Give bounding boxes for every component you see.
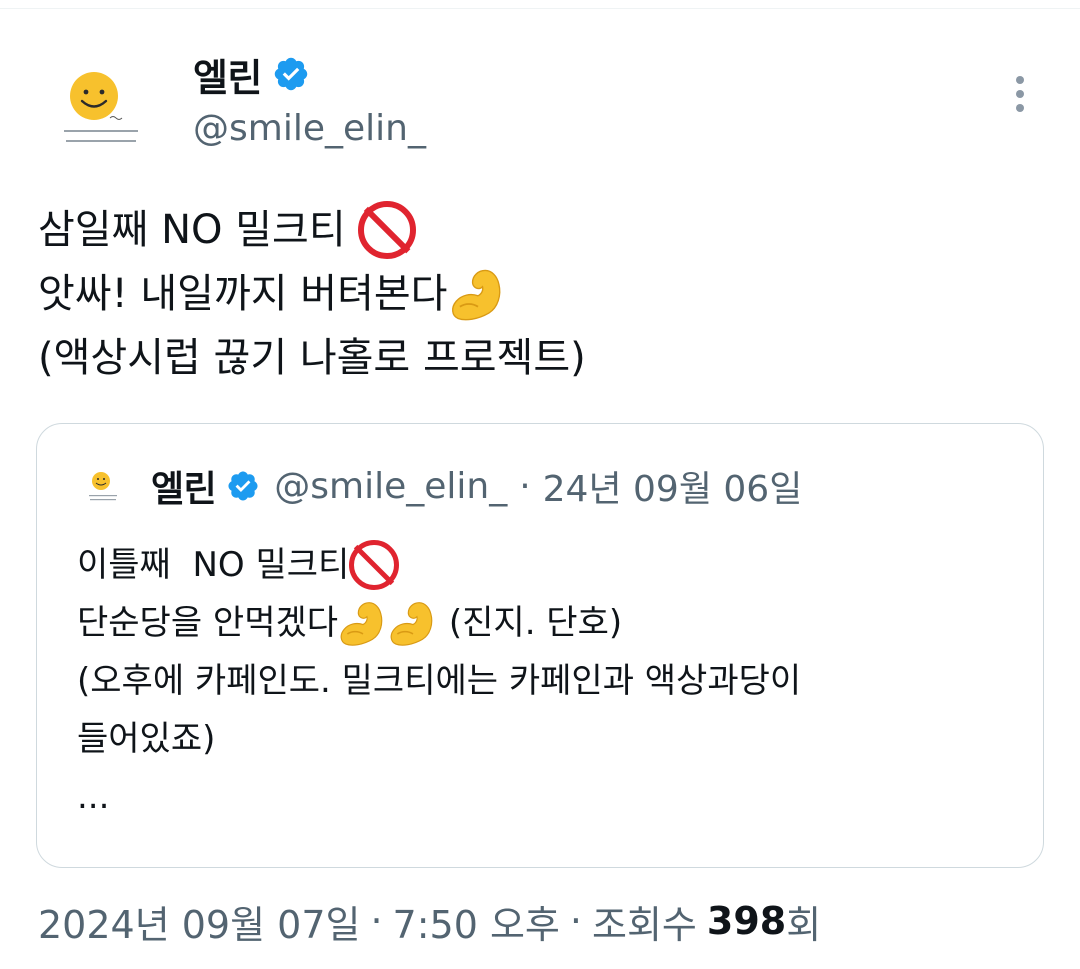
- tweet-date[interactable]: 2024년 09월 07일: [38, 894, 360, 949]
- more-dot: [1016, 90, 1024, 98]
- prohibited-icon: [349, 540, 400, 590]
- quote-line-1: 이틀째 NO 밀크티: [77, 536, 1017, 594]
- avatar-caption-line-1: [64, 130, 138, 132]
- tweet-line-text: 앗싸! 내일까지 버텨본다: [38, 271, 448, 317]
- quote-line-text: 단순당을 안먹겠다: [77, 603, 339, 643]
- quote-display-name: 엘린: [151, 469, 217, 510]
- quote-line-text: (오후에 카페인도. 밀크티에는 카페인과 액상과당이: [77, 661, 802, 701]
- quote-handle: @smile_elin_: [274, 465, 508, 507]
- verified-badge-icon[interactable]: [272, 55, 310, 93]
- tweet-line-1: 삼일째 NO 밀크티: [38, 198, 1048, 262]
- more-dot: [1016, 76, 1024, 84]
- prohibited-icon: [357, 201, 416, 259]
- flexed-biceps-icon: [390, 602, 433, 646]
- flexed-biceps-icon: [452, 269, 501, 321]
- top-divider: [0, 8, 1080, 9]
- more-dot: [1016, 104, 1024, 112]
- views-count: 398: [706, 899, 787, 943]
- smiley-face-icon: [64, 72, 138, 142]
- tweet-meta: 2024년 09월 07일 · 7:50 오후 · 조회수 398 회: [38, 893, 821, 949]
- quote-line-text: 들어있죠): [77, 719, 216, 759]
- smiley-face-icon: [89, 472, 117, 501]
- quote-line-2: 단순당을 안먹겠다 (진지. 단호): [77, 594, 1017, 652]
- views-unit: 회: [786, 902, 822, 947]
- quote-line-4: 들어있죠): [77, 710, 1017, 768]
- tweet-line-text: (액상시럽 끊기 나홀로 프로젝트): [38, 335, 586, 381]
- meta-separator: ·: [370, 899, 383, 943]
- views-label: 조회수: [591, 902, 697, 947]
- tweet-time[interactable]: 7:50 오후: [393, 894, 560, 949]
- quote-ellipsis: ...: [77, 777, 110, 817]
- tweet-line-text: 삼일째 NO 밀크티: [38, 207, 346, 253]
- quote-line-text: 이틀째 NO 밀크티: [77, 545, 350, 585]
- author-name-row: 엘린: [193, 50, 310, 100]
- quote-line-3: (오후에 카페인도. 밀크티에는 카페인과 액상과당이: [77, 652, 1017, 710]
- quote-body: 이틀째 NO 밀크티 단순당을 안먹겠다 (진지. 단호) (오후에 카페인도.…: [77, 536, 1017, 826]
- quote-header: 엘린 @smile_elin_ · 24년 09월 06일: [81, 462, 802, 510]
- author-avatar[interactable]: [44, 52, 156, 164]
- quote-separator: ·: [519, 465, 531, 507]
- verified-badge-icon: [228, 471, 258, 501]
- quote-author-avatar: [81, 464, 125, 508]
- tweet-line-3: (액상시럽 끊기 나홀로 프로젝트): [38, 326, 1048, 390]
- author-display-name[interactable]: 엘린: [193, 47, 262, 102]
- tweet-text: 삼일째 NO 밀크티 앗싸! 내일까지 버텨본다 (액상시럽 끊기 나홀로 프로…: [38, 198, 1048, 390]
- meta-separator: ·: [569, 899, 582, 943]
- quoted-tweet-card[interactable]: 엘린 @smile_elin_ · 24년 09월 06일 이틀째 NO 밀크티…: [36, 423, 1044, 868]
- quote-line-suffix: (진지. 단호): [438, 603, 623, 643]
- avatar-caption-line-2: [66, 140, 136, 142]
- quote-line-5: ...: [77, 768, 1017, 826]
- more-options-icon[interactable]: [1006, 72, 1034, 116]
- tweet-line-2: 앗싸! 내일까지 버텨본다: [38, 262, 1048, 326]
- author-handle[interactable]: @smile_elin_: [193, 108, 426, 149]
- flexed-biceps-icon: [340, 602, 383, 646]
- avatar-signature: [109, 116, 123, 120]
- quote-date: 24년 09월 06일: [542, 469, 803, 510]
